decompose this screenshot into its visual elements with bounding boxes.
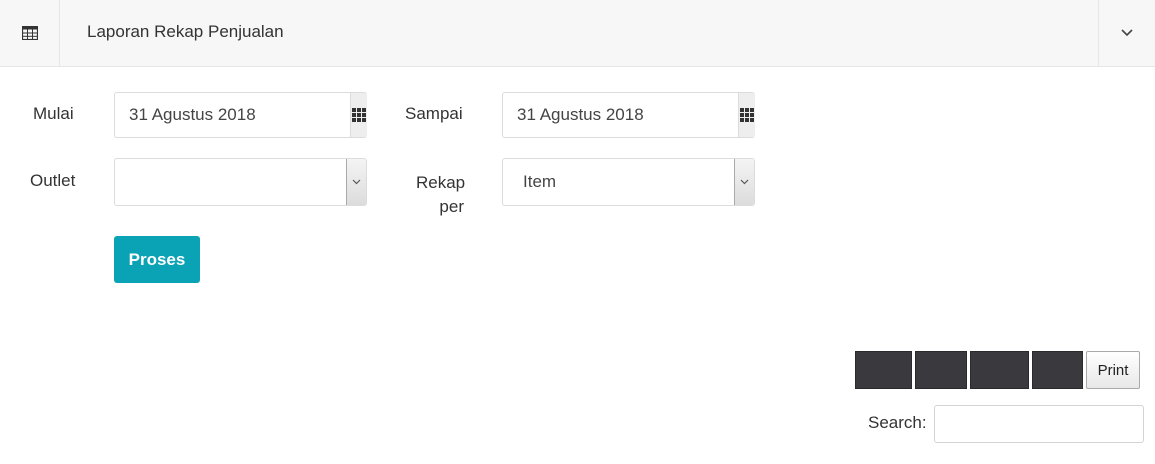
mulai-date-input[interactable] <box>115 93 350 137</box>
outlet-select[interactable] <box>114 158 367 206</box>
proses-button[interactable]: Proses <box>114 236 200 283</box>
calendar-grid-icon[interactable] <box>738 93 755 137</box>
calendar-grid-icon[interactable] <box>350 93 367 137</box>
panel-header: Laporan Rekap Penjualan <box>0 0 1155 67</box>
search-label: Search: <box>868 413 927 432</box>
search-input[interactable] <box>934 405 1144 443</box>
rekap-per-select[interactable]: Item <box>502 158 755 206</box>
rekap-per-select-value: Item <box>523 172 557 191</box>
export-button-2[interactable] <box>915 351 967 389</box>
export-button-4[interactable] <box>1032 351 1083 389</box>
outlet-label: Outlet <box>30 171 76 190</box>
export-button-1[interactable] <box>855 351 912 389</box>
print-button[interactable]: Print <box>1086 351 1140 389</box>
rekap-label-line1: Rekap <box>416 173 466 192</box>
rekap-per-label: Rekap per <box>416 171 466 219</box>
mulai-date-group <box>114 92 367 138</box>
chevron-down-icon[interactable] <box>346 159 366 205</box>
chevron-down-icon <box>1121 29 1133 37</box>
mulai-label: Mulai <box>33 104 74 123</box>
page-title: Laporan Rekap Penjualan <box>87 22 284 41</box>
collapse-toggle[interactable] <box>1098 0 1155 66</box>
chevron-down-icon[interactable] <box>734 159 754 205</box>
sampai-date-group <box>502 92 755 138</box>
sampai-date-input[interactable] <box>503 93 738 137</box>
export-button-3[interactable] <box>970 351 1029 389</box>
table-icon <box>0 0 60 66</box>
rekap-label-line2: per <box>439 197 464 216</box>
sampai-label: Sampai <box>405 104 463 123</box>
